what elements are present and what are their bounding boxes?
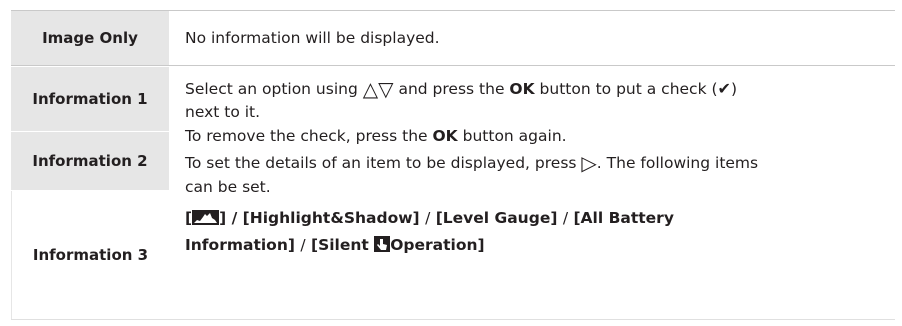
row-label-information-1: Information 1 xyxy=(11,67,169,131)
table-bottom-border xyxy=(11,319,895,320)
desc-line-5: can be set. xyxy=(185,175,885,200)
desc-line-2: next to it. xyxy=(185,100,885,125)
desc-text: next to it. xyxy=(185,103,261,121)
desc-text: ) xyxy=(730,80,738,98)
row-label-text: Image Only xyxy=(42,29,138,47)
desc-text: and press the xyxy=(398,80,505,98)
desc-text: can be set. xyxy=(185,178,271,196)
separator: / xyxy=(562,209,569,227)
down-arrow-icon: ▽ xyxy=(378,77,394,101)
desc-line-6: [] / [Highlight&Shadow] / [Level Gauge] … xyxy=(185,206,885,231)
bracket: ] / xyxy=(219,209,238,227)
info-display-table: Image Only No information will be displa… xyxy=(11,10,895,320)
row-label-information-3: Information 3 xyxy=(11,191,169,319)
item-highlight-shadow: [Highlight&Shadow] xyxy=(242,209,420,227)
item-all-battery-information: [All Battery xyxy=(573,209,674,227)
row-label-text: Information 3 xyxy=(32,246,149,264)
check-mark-icon: ✔ xyxy=(717,79,731,98)
item-silent-operation: [Silent xyxy=(311,236,369,254)
desc-line-1: Select an option using △▽ and press the … xyxy=(185,76,885,102)
desc-text: button again. xyxy=(462,127,567,145)
separator: / xyxy=(300,236,306,254)
desc-line-7: Information] / [Silent Operation] xyxy=(185,233,885,258)
row-label-information-2: Information 2 xyxy=(11,132,169,190)
row-label-text: Information 2 xyxy=(32,152,148,170)
desc-line-4: To set the details of an item to be disp… xyxy=(185,151,885,176)
row-divider xyxy=(11,65,895,66)
right-arrow-icon: ▷ xyxy=(581,151,597,175)
desc-text: button to put a check ( xyxy=(539,80,718,98)
separator: / xyxy=(425,209,431,227)
desc-line-3: To remove the check, press the OK button… xyxy=(185,124,885,149)
row-label-image-only: Image Only xyxy=(11,11,169,65)
hand-touch-icon xyxy=(374,235,391,252)
desc-text: To remove the check, press the xyxy=(185,127,428,145)
histogram-icon xyxy=(192,208,220,225)
desc-text: To set the details of an item to be disp… xyxy=(185,154,577,172)
desc-text: . The following items xyxy=(596,154,759,172)
desc-text: Select an option using xyxy=(185,80,358,98)
up-arrow-icon: △ xyxy=(362,77,379,101)
item-silent-operation: Operation] xyxy=(390,236,485,254)
item-all-battery-information: Information] xyxy=(185,236,295,254)
row-text-image-only: No information will be displayed. xyxy=(185,29,440,47)
item-level-gauge: [Level Gauge] xyxy=(435,209,558,227)
ok-button-label: OK xyxy=(432,127,458,145)
row-label-text: Information 1 xyxy=(32,90,148,108)
ok-button-label: OK xyxy=(509,80,535,98)
bracket: [ xyxy=(185,209,193,227)
